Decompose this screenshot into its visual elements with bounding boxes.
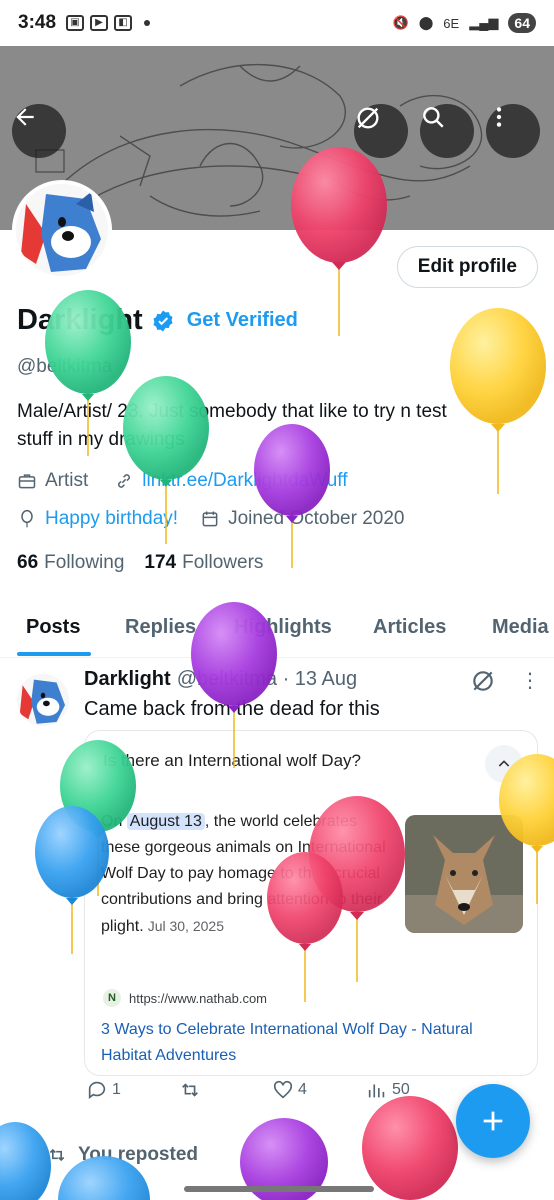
back-button[interactable] xyxy=(12,104,66,158)
post-handle-time: @beltkitma · 13 Aug xyxy=(176,668,358,690)
status-bar: 3:48 ▣ ▶ ◧ 🔇 ⬤ 6E ▂▄▆ 64 xyxy=(0,0,554,46)
post-more-icon[interactable]: ⋮ xyxy=(520,668,540,693)
like-button[interactable]: 4 xyxy=(272,1079,307,1101)
status-time: 3:48 xyxy=(18,12,57,33)
heart-icon xyxy=(273,1080,293,1099)
card-body: On August 13, the world celebrates these… xyxy=(101,813,386,935)
followers-link[interactable]: 174 Followers xyxy=(144,552,263,574)
retweet-icon xyxy=(182,1083,198,1097)
reply-icon xyxy=(88,1081,106,1099)
home-indicator[interactable] xyxy=(184,1186,374,1192)
following-count: 66 xyxy=(17,552,39,573)
compose-plus-icon xyxy=(483,1111,503,1131)
verified-badge-icon xyxy=(153,310,173,331)
follow-stats: 66 Following 174 Followers xyxy=(17,552,263,574)
birthday-link[interactable]: Happy birthday! xyxy=(45,508,178,530)
profile-website-link[interactable]: linktr.ee/DarklightdaWuff xyxy=(142,470,347,492)
joined-date: Joined October 2020 xyxy=(228,508,405,529)
location-icon: ⬤ xyxy=(418,15,434,30)
mute-icon: 🔇 xyxy=(392,15,409,30)
wolf-photo[interactable] xyxy=(405,815,523,933)
calendar-icon xyxy=(202,511,218,527)
twitch-icon: ◧ xyxy=(114,15,133,31)
post-author-name[interactable]: Darklight xyxy=(84,668,171,691)
screenshot-icon: ▣ xyxy=(66,15,85,31)
briefcase-icon xyxy=(18,474,36,489)
collapse-button[interactable] xyxy=(485,745,523,783)
profile-meta-row-1: Artist linktr.ee/DarklightdaWuff xyxy=(17,470,348,492)
following-link[interactable]: 66 Following xyxy=(17,552,124,574)
followers-label: Followers xyxy=(182,552,264,573)
views-icon xyxy=(368,1084,385,1098)
reply-count: 1 xyxy=(112,1081,121,1098)
active-tab-indicator xyxy=(17,652,91,656)
chevron-up-icon xyxy=(498,760,510,767)
tab-media[interactable]: Media xyxy=(492,616,549,639)
grok-icon[interactable] xyxy=(470,668,496,694)
search-icon xyxy=(423,107,444,128)
wifi-icon: 6E xyxy=(443,15,460,31)
following-label: Following xyxy=(44,552,125,573)
avatar-wolf-illustration xyxy=(16,184,108,276)
display-name: Darklight xyxy=(17,304,143,336)
status-system-icons: 🔇 ⬤ 6E ▂▄▆ 64 xyxy=(393,13,536,33)
view-count: 50 xyxy=(392,1081,410,1098)
followers-count: 174 xyxy=(144,552,177,573)
search-button[interactable] xyxy=(420,104,474,158)
profile-meta-row-2: Happy birthday! Joined October 2020 xyxy=(17,508,404,530)
card-source-url: https://www.nathab.com xyxy=(129,990,268,1006)
grok-icon xyxy=(357,107,379,129)
link-preview-card[interactable]: Is there an International wolf Day? On A… xyxy=(84,730,538,1076)
profile-avatar[interactable] xyxy=(12,180,112,280)
link-icon xyxy=(118,474,131,488)
post-header: Darklight @beltkitma · 13 Aug xyxy=(84,668,357,691)
get-verified-link[interactable]: Get Verified xyxy=(187,309,298,332)
retweet-button[interactable] xyxy=(178,1079,202,1101)
retweet-icon xyxy=(49,1148,65,1162)
status-notification-icons: ▣ ▶ ◧ xyxy=(66,15,151,31)
balloon-icon xyxy=(362,1096,458,1200)
post-author-avatar[interactable] xyxy=(17,674,69,726)
tab-highlights[interactable]: Highlights xyxy=(234,616,332,639)
balloon-icon xyxy=(21,509,33,528)
notification-dot-icon xyxy=(144,20,151,26)
more-options-button[interactable] xyxy=(486,104,540,158)
signal-icon: ▂▄▆ xyxy=(469,15,499,30)
reply-button[interactable]: 1 xyxy=(86,1079,121,1101)
nathab-favicon-icon: N xyxy=(103,989,121,1007)
post-text: Came back from the dead for this xyxy=(84,698,380,720)
display-name-row: Darklight Get Verified xyxy=(17,304,298,337)
tab-articles[interactable]: Articles xyxy=(373,616,446,639)
highlighted-date: August 13 xyxy=(126,813,205,830)
profile-tabs: Posts Replies Highlights Articles Media xyxy=(0,600,554,658)
youtube-icon: ▶ xyxy=(90,15,109,31)
grok-button[interactable] xyxy=(354,104,408,158)
balloon-icon xyxy=(0,1122,51,1200)
card-title: Is there an International wolf Day? xyxy=(103,751,361,770)
profile-handle: @beltkitma xyxy=(17,356,113,377)
arrow-left-icon xyxy=(16,108,34,126)
card-date: Jul 30, 2025 xyxy=(147,918,224,934)
tab-replies[interactable]: Replies xyxy=(125,616,196,639)
tab-posts[interactable]: Posts xyxy=(26,616,80,639)
repost-indicator: You reposted xyxy=(46,1144,198,1166)
edit-profile-button[interactable]: Edit profile xyxy=(396,246,538,288)
card-source: N https://www.nathab.com xyxy=(103,989,267,1007)
like-count: 4 xyxy=(298,1081,307,1098)
profile-bio: Male/Artist/ 23. Just somebody that like… xyxy=(17,398,537,454)
repost-label: You reposted xyxy=(78,1144,198,1165)
card-link-title[interactable]: 3 Ways to Celebrate International Wolf D… xyxy=(101,1017,527,1069)
bio-line: stuff in my drawings xyxy=(17,429,185,450)
compose-button[interactable] xyxy=(456,1084,530,1158)
avatar-wolf-illustration xyxy=(17,674,69,726)
wolf-image xyxy=(405,815,523,933)
more-vertical-icon xyxy=(496,107,502,127)
views-button[interactable]: 50 xyxy=(366,1079,410,1101)
profile-category: Artist xyxy=(45,470,89,491)
battery-indicator: 64 xyxy=(508,13,536,33)
bio-line: Male/Artist/ 23. Just somebody that like… xyxy=(17,401,447,422)
